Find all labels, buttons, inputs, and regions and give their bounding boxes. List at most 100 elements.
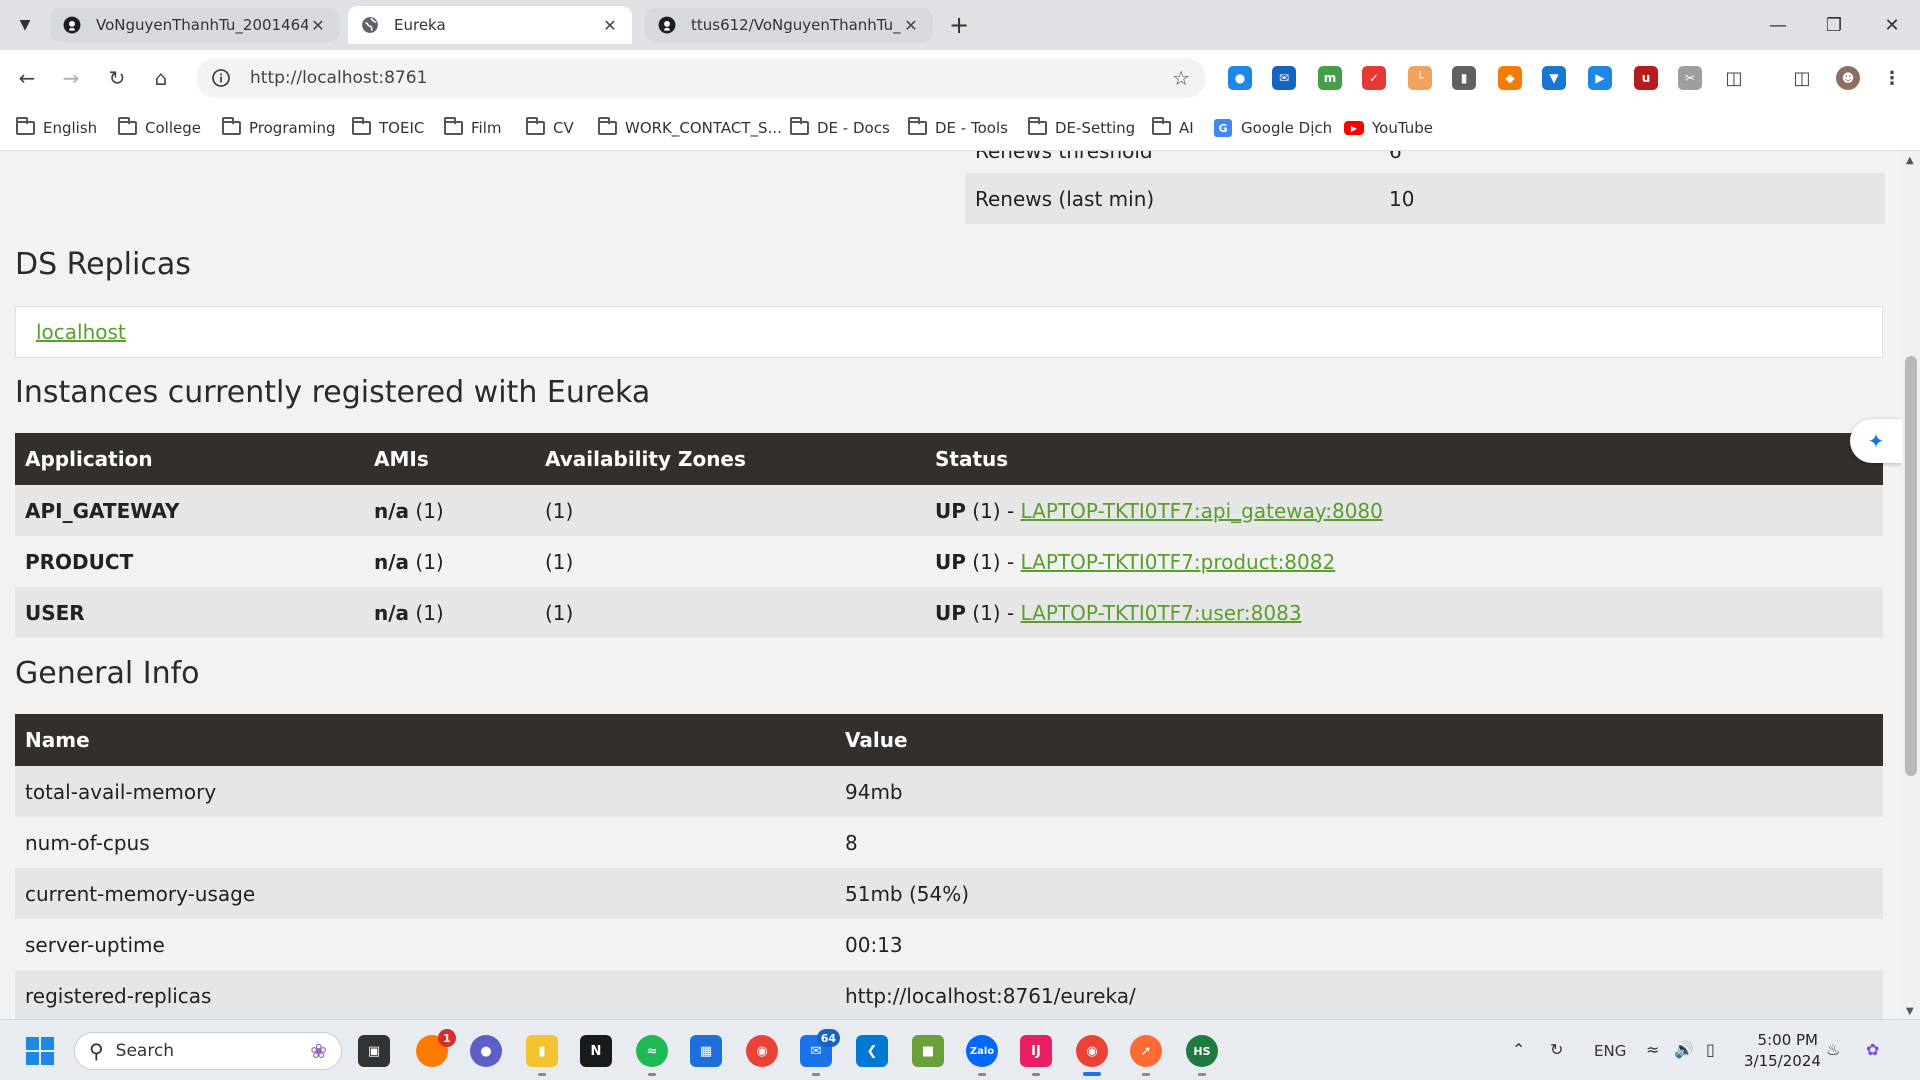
- menu-kebab-icon[interactable]: ⋮: [1880, 66, 1904, 90]
- bookmark-de-docs[interactable]: DE - Docs: [790, 116, 890, 140]
- chrome-active-icon[interactable]: ◉: [1076, 1035, 1108, 1067]
- amis-cell: n/a (1): [364, 587, 535, 638]
- side-panel-icon[interactable]: ◫: [1790, 66, 1814, 90]
- table-row: current-memory-usage 51mb (54%): [15, 868, 1883, 919]
- hs-app-icon[interactable]: HS: [1186, 1035, 1218, 1067]
- taskbar-search-box[interactable]: ⚲ Search ❀: [74, 1032, 342, 1070]
- ublock-shield-icon[interactable]: u: [1634, 66, 1658, 90]
- close-tab-icon[interactable]: ✕: [600, 16, 620, 35]
- close-window-icon[interactable]: ✕: [1872, 10, 1912, 40]
- notification-badge: 1: [438, 1029, 456, 1047]
- firefox-icon[interactable]: 1: [416, 1029, 456, 1067]
- image-editor-icon[interactable]: ■: [912, 1035, 944, 1067]
- teams-chat-icon[interactable]: ●: [470, 1035, 502, 1067]
- bookmark-english[interactable]: English: [16, 116, 97, 140]
- bookmark-google-dich[interactable]: G Google Dịch: [1214, 116, 1332, 140]
- instance-link[interactable]: LAPTOP-TKTI0TF7:product:8082: [1021, 550, 1336, 574]
- zones-cell: (1): [535, 536, 925, 587]
- bookmark-film[interactable]: Film: [444, 116, 501, 140]
- task-view-icon[interactable]: ▣: [358, 1035, 390, 1067]
- extension-ruler-icon[interactable]: └: [1408, 66, 1432, 90]
- forward-arrow-icon[interactable]: →: [56, 63, 86, 93]
- restore-icon[interactable]: ❐: [1814, 10, 1854, 40]
- tab-eureka[interactable]: Eureka ✕: [348, 6, 632, 44]
- extension-scissors-icon[interactable]: ✂: [1678, 66, 1702, 90]
- mail-icon[interactable]: ✉ 64: [800, 1029, 840, 1067]
- tab-github-repo[interactable]: VoNguyenThanhTu_20014641_ ✕: [50, 8, 340, 42]
- wifi-icon[interactable]: ≈: [1646, 1040, 1659, 1059]
- extension-color-icon[interactable]: ✓: [1362, 66, 1386, 90]
- site-info-icon[interactable]: [208, 65, 234, 91]
- spotify-icon[interactable]: ≈: [636, 1035, 668, 1067]
- bookmark-cv[interactable]: CV: [526, 116, 574, 140]
- sync-icon[interactable]: ↻: [1550, 1040, 1563, 1059]
- status-count: (1) -: [965, 549, 1021, 574]
- scroll-up-arrow-icon[interactable]: ▲: [1906, 155, 1914, 166]
- zones-cell: (1): [535, 587, 925, 638]
- instance-link[interactable]: LAPTOP-TKTI0TF7:api_gateway:8080: [1021, 499, 1383, 523]
- bookmark-de-tools[interactable]: DE - Tools: [908, 116, 1008, 140]
- page-scrollbar[interactable]: ▲ ▼: [1902, 151, 1920, 1019]
- scroll-down-arrow-icon[interactable]: ▼: [1906, 1006, 1914, 1017]
- bookmark-toeic[interactable]: TOEIC: [352, 116, 424, 140]
- running-indicator: [1198, 1073, 1206, 1076]
- address-bar[interactable]: http://localhost:8761 ☆: [196, 58, 1206, 98]
- system-clock[interactable]: 5:00 PM 3/15/2024: [1744, 1030, 1821, 1072]
- intellij-icon[interactable]: IJ: [1020, 1035, 1052, 1067]
- eureka-page: Renews threshold 6 Renews (last min) 10 …: [0, 151, 1902, 1019]
- windows-start-icon[interactable]: [26, 1037, 54, 1065]
- extensions-puzzle-icon[interactable]: ◫: [1722, 66, 1746, 90]
- bookmark-work-contact[interactable]: WORK_CONTACT_S...: [598, 116, 782, 140]
- extension-shield-icon[interactable]: ▼: [1542, 66, 1566, 90]
- info-value-cell: 8: [835, 817, 1883, 868]
- column-header-value: Value: [835, 714, 1883, 766]
- extension-grid-icon[interactable]: m: [1318, 66, 1342, 90]
- scrollbar-thumb[interactable]: [1905, 356, 1917, 776]
- home-icon[interactable]: ⌂: [146, 63, 176, 93]
- metamask-fox-icon[interactable]: ◆: [1498, 66, 1522, 90]
- tab-github-ttus612[interactable]: ttus612/VoNguyenThanhTu_200 ✕: [645, 8, 933, 42]
- replica-link[interactable]: localhost: [36, 320, 126, 344]
- notion-icon[interactable]: N: [580, 1035, 612, 1067]
- bookmarks-bar: English College Programing TOEIC Film CV…: [0, 106, 1920, 151]
- postman-icon[interactable]: ➚: [1130, 1035, 1162, 1067]
- zalo-icon[interactable]: Zalo: [966, 1035, 998, 1067]
- extension-mail-icon[interactable]: ✉: [1272, 66, 1296, 90]
- volume-icon[interactable]: 🔊: [1674, 1040, 1694, 1059]
- tab-search-chevron-icon[interactable]: ▼: [12, 13, 38, 37]
- active-app-indicator: [1083, 1072, 1101, 1076]
- extension-book-icon[interactable]: ▮: [1452, 66, 1476, 90]
- instance-link[interactable]: LAPTOP-TKTI0TF7:user:8083: [1021, 601, 1302, 625]
- file-explorer-icon[interactable]: ▮: [526, 1035, 558, 1067]
- profile-avatar[interactable]: ☻: [1836, 66, 1860, 90]
- microsoft-store-icon[interactable]: ▦: [690, 1035, 722, 1067]
- bookmark-ai[interactable]: AI: [1152, 116, 1194, 140]
- chevron-up-icon[interactable]: ⌃: [1512, 1040, 1525, 1059]
- vscode-icon[interactable]: ❮: [856, 1035, 888, 1067]
- bookmark-star-icon[interactable]: ☆: [1172, 66, 1190, 90]
- bookmark-youtube[interactable]: ▶ YouTube: [1344, 116, 1433, 140]
- google-translate-icon: G: [1214, 119, 1232, 137]
- url-text[interactable]: http://localhost:8761: [250, 68, 427, 88]
- instances-table: Application AMIs Availability Zones Stat…: [15, 433, 1883, 638]
- amis-cell: n/a (1): [364, 485, 535, 536]
- copilot-icon[interactable]: ✿: [1866, 1040, 1879, 1059]
- extension-play-icon[interactable]: ▶: [1588, 66, 1612, 90]
- close-tab-icon[interactable]: ✕: [308, 16, 328, 35]
- back-arrow-icon[interactable]: ←: [12, 63, 42, 93]
- notification-bell-icon[interactable]: ♨: [1826, 1040, 1840, 1059]
- new-tab-button[interactable]: +: [944, 11, 974, 39]
- bookmark-de-setting[interactable]: DE-Setting: [1028, 116, 1135, 140]
- close-tab-icon[interactable]: ✕: [901, 16, 921, 35]
- bookmark-programing[interactable]: Programing: [222, 116, 335, 140]
- chrome-icon[interactable]: ◉: [746, 1035, 778, 1067]
- status-up: UP: [935, 549, 966, 574]
- extension-water-drop-icon[interactable]: ●: [1228, 66, 1252, 90]
- bookmark-college[interactable]: College: [118, 116, 201, 140]
- ai-assistant-sparkle-icon[interactable]: ✦: [1850, 419, 1902, 463]
- reload-icon[interactable]: ↻: [102, 63, 132, 93]
- minimize-icon[interactable]: —: [1758, 10, 1798, 40]
- battery-icon[interactable]: ▯: [1706, 1040, 1715, 1059]
- github-icon: [62, 15, 82, 35]
- language-indicator[interactable]: ENG: [1594, 1042, 1626, 1060]
